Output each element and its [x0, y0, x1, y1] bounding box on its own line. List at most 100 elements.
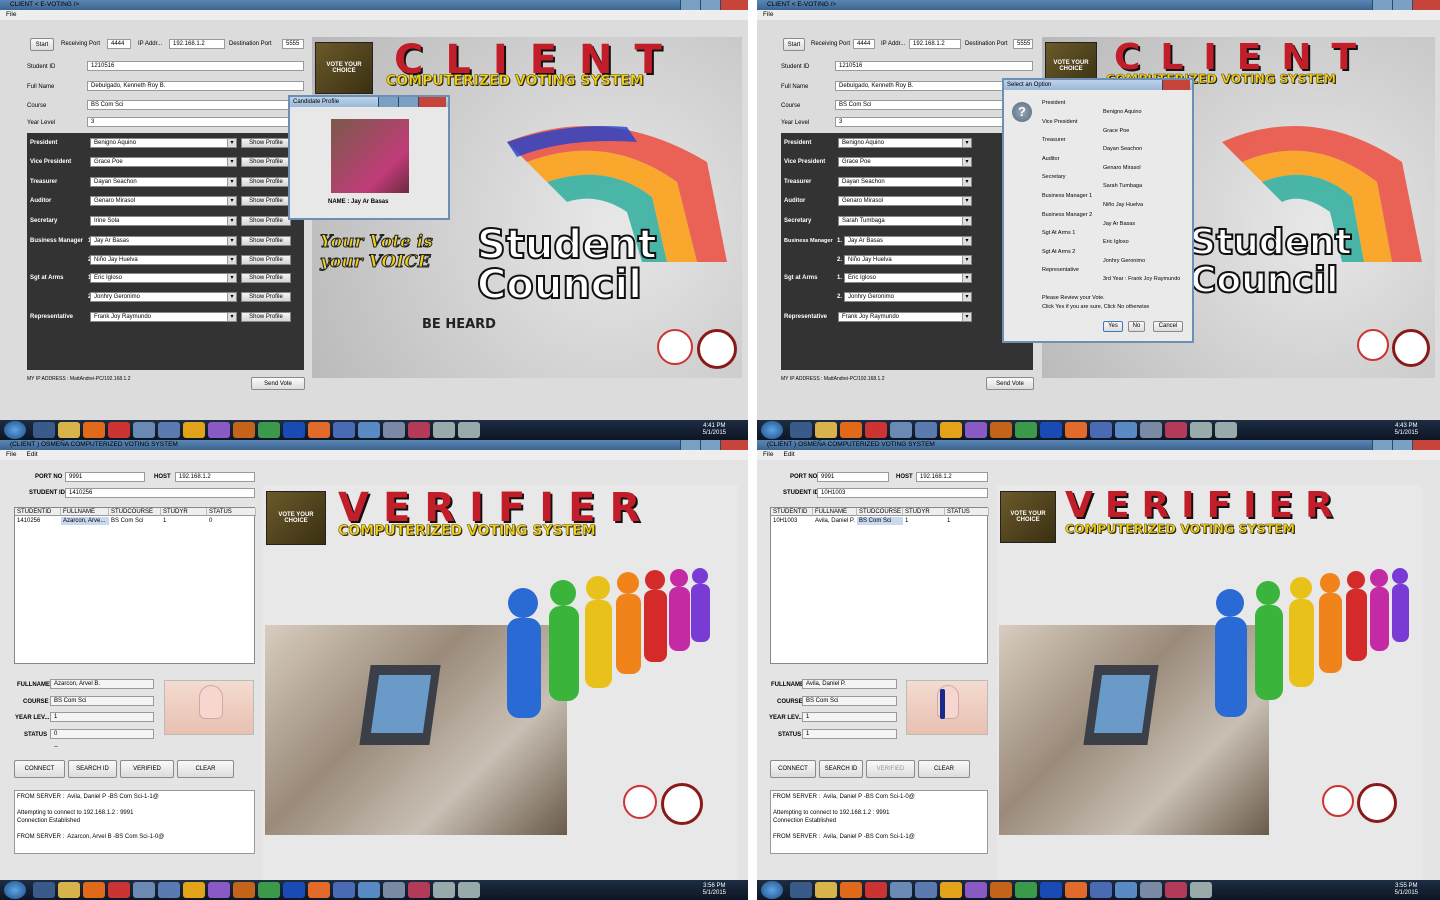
media-icon[interactable]	[33, 882, 55, 898]
show-profile-button[interactable]: Show Profile	[241, 157, 291, 167]
close-button[interactable]	[720, 440, 748, 450]
secretary-select[interactable]: Sarah Tumbaga	[838, 216, 972, 226]
app-icon[interactable]	[233, 422, 255, 438]
col-fullname[interactable]: FULLNAME	[61, 508, 109, 516]
minimize-button[interactable]	[1372, 0, 1392, 10]
java-icon[interactable]	[1190, 422, 1212, 438]
app-icon[interactable]	[990, 422, 1012, 438]
xampp-icon[interactable]	[1065, 422, 1087, 438]
app-icon[interactable]	[890, 422, 912, 438]
clear-button[interactable]: CLEAR	[918, 760, 970, 778]
clock[interactable]: 4:41 PM 5/1/2015	[703, 423, 726, 437]
start-button[interactable]: Start	[783, 38, 805, 51]
dest-port-input[interactable]: 5555	[1013, 39, 1033, 49]
yes-button[interactable]: Yes	[1103, 321, 1123, 332]
bm2-select[interactable]: Niño Jay Huelva	[844, 255, 972, 265]
close-button[interactable]	[1412, 0, 1440, 10]
xampp-icon[interactable]	[1065, 882, 1087, 898]
menu-edit[interactable]: Edit	[783, 450, 794, 460]
auditor-select[interactable]: Genaro Mirasol	[838, 196, 972, 206]
secretary-select[interactable]: Irine Sola	[90, 216, 237, 226]
sgt1-select[interactable]: Eric Igloso	[844, 273, 972, 283]
show-profile-button[interactable]: Show Profile	[241, 177, 291, 187]
app-icon[interactable]	[1115, 882, 1137, 898]
media-icon[interactable]	[33, 422, 55, 438]
app-icon[interactable]	[108, 882, 130, 898]
student-id-input[interactable]: 1410256	[65, 488, 255, 498]
rep-select[interactable]: Frank Joy Raymundo	[838, 312, 972, 322]
ip-input[interactable]: 192.168.1.2	[909, 39, 961, 49]
firefox-icon[interactable]	[840, 422, 862, 438]
app-icon[interactable]	[408, 422, 430, 438]
rep-select[interactable]: Frank Joy Raymundo	[90, 312, 237, 322]
server-log[interactable]: FROM SERVER : Avila, Daniel P -BS Com Sc…	[14, 790, 255, 854]
app-icon[interactable]	[258, 882, 280, 898]
app-icon[interactable]	[940, 882, 962, 898]
app-icon[interactable]	[1015, 882, 1037, 898]
show-profile-button[interactable]: Show Profile	[241, 236, 291, 246]
president-select[interactable]: Benigno Aquino	[90, 138, 237, 148]
java-icon[interactable]	[458, 882, 480, 898]
bm1-select[interactable]: Jay Ar Basas	[844, 236, 972, 246]
bm2-select[interactable]: Niño Jay Huelva	[90, 255, 237, 265]
media-icon[interactable]	[790, 882, 812, 898]
dest-port-input[interactable]: 5555	[282, 39, 304, 49]
xampp-icon[interactable]	[308, 882, 330, 898]
devcpp-icon[interactable]	[283, 422, 305, 438]
app-icon[interactable]	[183, 422, 205, 438]
show-profile-button[interactable]: Show Profile	[241, 292, 291, 302]
app-icon[interactable]	[233, 882, 255, 898]
connect-button[interactable]: CONNECT	[14, 760, 65, 778]
app-icon[interactable]	[965, 422, 987, 438]
app-icon[interactable]	[990, 882, 1012, 898]
firefox-icon[interactable]	[83, 882, 105, 898]
app-icon[interactable]	[358, 882, 380, 898]
col-studentid[interactable]: STUDENTID	[15, 508, 61, 516]
app-icon[interactable]	[1115, 422, 1137, 438]
app-icon[interactable]	[865, 422, 887, 438]
clock[interactable]: 3:56 PM 5/1/2015	[703, 883, 726, 897]
devcpp-icon[interactable]	[283, 882, 305, 898]
verified-button[interactable]: VERIFIED	[120, 760, 174, 778]
app-icon[interactable]	[208, 882, 230, 898]
java-icon[interactable]	[1190, 882, 1212, 898]
sgt2-select[interactable]: Jonhry Geronimo	[844, 292, 972, 302]
close-button[interactable]	[1162, 80, 1190, 90]
app-icon[interactable]	[208, 422, 230, 438]
app-icon[interactable]	[158, 882, 180, 898]
col-fullname[interactable]: FULLNAME	[813, 508, 857, 516]
host-input[interactable]: 192.168.1.2	[175, 472, 255, 482]
search-id-button[interactable]: SEARCH ID	[68, 760, 117, 778]
menu-file[interactable]: File	[763, 10, 773, 20]
treasurer-select[interactable]: Dayan Seachon	[90, 177, 237, 187]
app-icon[interactable]	[1015, 422, 1037, 438]
student-id-input[interactable]: 1210516	[835, 61, 1033, 71]
menu-edit[interactable]: Edit	[26, 450, 37, 460]
ip-input[interactable]: 192.168.1.2	[169, 39, 225, 49]
receiving-port-input[interactable]: 4444	[107, 39, 131, 49]
col-status[interactable]: STATUS	[945, 508, 989, 516]
vp-select[interactable]: Grace Poe	[90, 157, 237, 167]
app-icon[interactable]	[940, 422, 962, 438]
app-icon[interactable]	[383, 882, 405, 898]
app-icon[interactable]	[108, 422, 130, 438]
start-button[interactable]	[761, 421, 783, 439]
show-profile-button[interactable]: Show Profile	[241, 273, 291, 283]
show-profile-button[interactable]: Show Profile	[241, 255, 291, 265]
app-icon[interactable]	[1090, 882, 1112, 898]
course-input[interactable]: BS Com Sci	[87, 100, 304, 110]
explorer-icon[interactable]	[58, 422, 80, 438]
app-icon[interactable]	[383, 422, 405, 438]
firefox-icon[interactable]	[840, 882, 862, 898]
vp-select[interactable]: Grace Poe	[838, 157, 972, 167]
app-icon[interactable]	[158, 422, 180, 438]
app-icon[interactable]	[1165, 882, 1187, 898]
start-button[interactable]	[761, 881, 783, 899]
bm1-select[interactable]: Jay Ar Basas	[90, 236, 237, 246]
col-studyr[interactable]: STUDYR	[903, 508, 945, 516]
app-icon[interactable]	[1140, 422, 1162, 438]
app-icon[interactable]	[965, 882, 987, 898]
menu-file[interactable]: File	[763, 450, 773, 460]
minimize-button[interactable]	[1372, 440, 1392, 450]
close-button[interactable]	[1412, 440, 1440, 450]
